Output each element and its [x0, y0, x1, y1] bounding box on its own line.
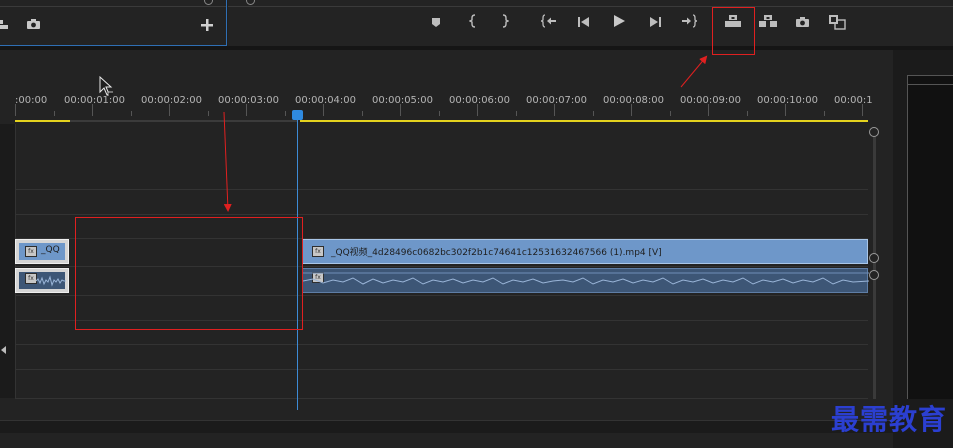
horizontal-scrollbar[interactable] — [0, 420, 893, 433]
watermark-logo: 最需教育 — [830, 403, 947, 436]
audio-meter — [907, 75, 953, 399]
scrollbar-handle-mid[interactable] — [869, 253, 879, 263]
vertical-scrollbar[interactable] — [873, 131, 876, 399]
scrollbar-handle-lower[interactable] — [869, 270, 879, 280]
meter-divider — [908, 84, 953, 85]
annotation-arrows — [223, 55, 708, 212]
mouse-cursor-icon — [99, 76, 113, 96]
scrollbar-handle-top[interactable] — [869, 127, 879, 137]
